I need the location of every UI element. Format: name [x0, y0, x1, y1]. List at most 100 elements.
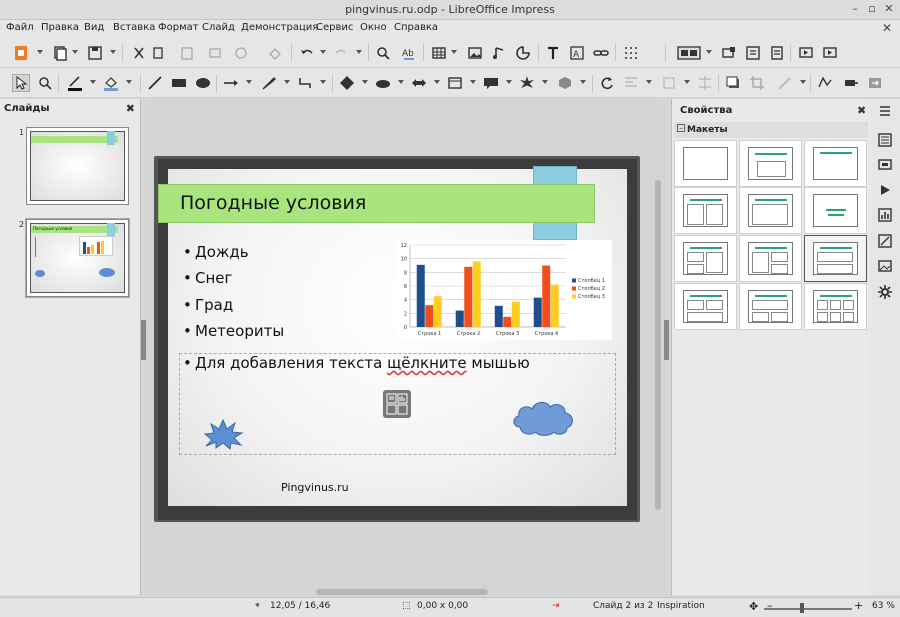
arrow-lines-icon[interactable]	[222, 74, 240, 92]
slide-layout-option[interactable]	[674, 283, 737, 330]
grid-display-icon[interactable]	[622, 44, 640, 62]
filter-icon[interactable]	[776, 74, 794, 92]
insert-object-icon[interactable]	[383, 390, 411, 418]
slide-layout-icon[interactable]	[744, 44, 762, 62]
slide-layout-option[interactable]	[804, 283, 867, 330]
undo-icon[interactable]	[298, 44, 316, 62]
new-document-icon[interactable]	[12, 44, 30, 62]
menu-edit[interactable]: Правка	[41, 22, 79, 33]
insert-media-icon[interactable]	[490, 44, 508, 62]
redo-icon[interactable]	[332, 44, 350, 62]
vertical-scrollbar[interactable]	[655, 180, 661, 510]
fill-color-icon[interactable]	[102, 74, 120, 92]
3d-objects-icon[interactable]	[556, 74, 574, 92]
insert-table-icon[interactable]	[430, 44, 448, 62]
glue-points-icon[interactable]	[842, 74, 860, 92]
basic-shapes-icon[interactable]	[338, 74, 356, 92]
slide-layout-option[interactable]	[739, 187, 802, 234]
explosion-shape[interactable]	[203, 416, 245, 450]
maximize-button[interactable]: ▫	[865, 2, 879, 16]
menu-insert[interactable]: Вставка	[113, 22, 155, 33]
paste-icon[interactable]	[178, 44, 196, 62]
slide-layout-option[interactable]	[739, 140, 802, 187]
navigator-gear-icon[interactable]	[877, 284, 893, 300]
animation-deck-icon[interactable]	[877, 182, 893, 198]
cloud-shape[interactable]	[510, 397, 578, 437]
start-first-slide-icon[interactable]	[797, 44, 815, 62]
menu-help[interactable]: Справка	[394, 22, 438, 33]
zoom-slider[interactable]	[764, 608, 852, 610]
shadow-icon[interactable]	[724, 74, 742, 92]
master-name[interactable]: Inspiration	[657, 601, 705, 611]
select-pointer-icon[interactable]	[12, 74, 30, 92]
slide-layout-option[interactable]	[804, 187, 867, 234]
bar-chart[interactable]: 0 2 4 6 8 10 12 Строка 1 Строка 2 Строка 3 Строка …	[396, 240, 612, 340]
clear-formatting-icon[interactable]	[232, 44, 250, 62]
close-document-icon[interactable]: ✕	[882, 21, 892, 35]
master-slide-icon[interactable]	[720, 44, 738, 62]
templates-icon[interactable]	[51, 44, 69, 62]
menu-slide[interactable]: Слайд	[202, 22, 235, 33]
slide-layout-option[interactable]	[739, 283, 802, 330]
display-views-icon[interactable]	[676, 44, 702, 62]
slide-thumbnail-2[interactable]: Погодные условия	[25, 218, 130, 298]
toggle-extrusion-icon[interactable]	[866, 74, 884, 92]
slide-layout-option[interactable]	[674, 187, 737, 234]
arrange-icon[interactable]	[660, 74, 678, 92]
footer-text[interactable]: Pingvinus.ru	[281, 481, 349, 494]
properties-deck-icon[interactable]	[877, 132, 893, 148]
points-edit-icon[interactable]	[816, 74, 834, 92]
clone-formatting-icon[interactable]	[206, 44, 224, 62]
ellipse-tool-icon[interactable]	[194, 74, 212, 92]
rotate-icon[interactable]	[598, 74, 616, 92]
menu-file[interactable]: Файл	[6, 22, 34, 33]
paint-bucket-icon[interactable]	[266, 44, 284, 62]
slide-transition-deck-icon[interactable]	[877, 207, 893, 223]
save-icon[interactable]	[86, 44, 104, 62]
menu-slideshow[interactable]: Демонстрация	[241, 22, 318, 33]
connector-tool-icon[interactable]	[296, 74, 314, 92]
menu-format[interactable]: Формат	[158, 22, 199, 33]
gallery-deck-icon[interactable]	[877, 258, 893, 274]
menu-tools[interactable]: Сервис	[316, 22, 353, 33]
close-sidebar-icon[interactable]: ✖	[857, 104, 866, 117]
rectangle-tool-icon[interactable]	[170, 74, 188, 92]
callouts-icon[interactable]	[482, 74, 500, 92]
zoom-slider-knob[interactable]	[799, 603, 804, 613]
fit-slide-icon[interactable]: ✥	[749, 600, 758, 613]
slide-thumbnail-1[interactable]	[26, 127, 129, 205]
line-color-icon[interactable]	[66, 74, 84, 92]
find-replace-icon[interactable]	[374, 44, 392, 62]
menu-view[interactable]: Вид	[84, 22, 104, 33]
stars-icon[interactable]	[518, 74, 536, 92]
sidebar-menu-icon[interactable]	[877, 103, 893, 119]
placeholder-text[interactable]: • Для добавления текста щёлкните мышью	[183, 354, 530, 372]
close-slides-pane-icon[interactable]: ✖	[126, 102, 135, 115]
slide-layout-option[interactable]	[674, 140, 737, 187]
spelling-icon[interactable]: Ab	[400, 44, 418, 62]
notes-icon[interactable]	[768, 44, 786, 62]
bullet-item[interactable]: • Град	[183, 296, 233, 314]
insert-image-icon[interactable]	[466, 44, 484, 62]
bullet-item[interactable]: • Дождь	[183, 243, 249, 261]
fontwork-icon[interactable]: A	[568, 44, 586, 62]
bullet-item[interactable]: • Метеориты	[183, 322, 284, 340]
flowchart-icon[interactable]	[446, 74, 464, 92]
cut-icon[interactable]	[130, 44, 148, 62]
zoom-pan-icon[interactable]	[36, 74, 54, 92]
slide-title[interactable]: Погодные условия	[180, 192, 366, 214]
master-slides-deck-icon[interactable]	[877, 157, 893, 173]
slide-layout-option[interactable]	[739, 235, 802, 282]
crop-icon[interactable]	[748, 74, 766, 92]
start-current-slide-icon[interactable]	[821, 44, 839, 62]
sidebar-splitter[interactable]	[664, 320, 669, 360]
curve-tool-icon[interactable]	[260, 74, 278, 92]
symbol-shapes-icon[interactable]	[374, 74, 392, 92]
align-objects-icon[interactable]	[622, 74, 640, 92]
slide-layout-option[interactable]	[804, 140, 867, 187]
text-box-icon[interactable]	[544, 44, 562, 62]
zoom-out-icon[interactable]: –	[767, 599, 773, 612]
hyperlink-icon[interactable]	[592, 44, 610, 62]
copy-icon[interactable]	[150, 44, 168, 62]
minimize-button[interactable]: –	[848, 2, 862, 16]
